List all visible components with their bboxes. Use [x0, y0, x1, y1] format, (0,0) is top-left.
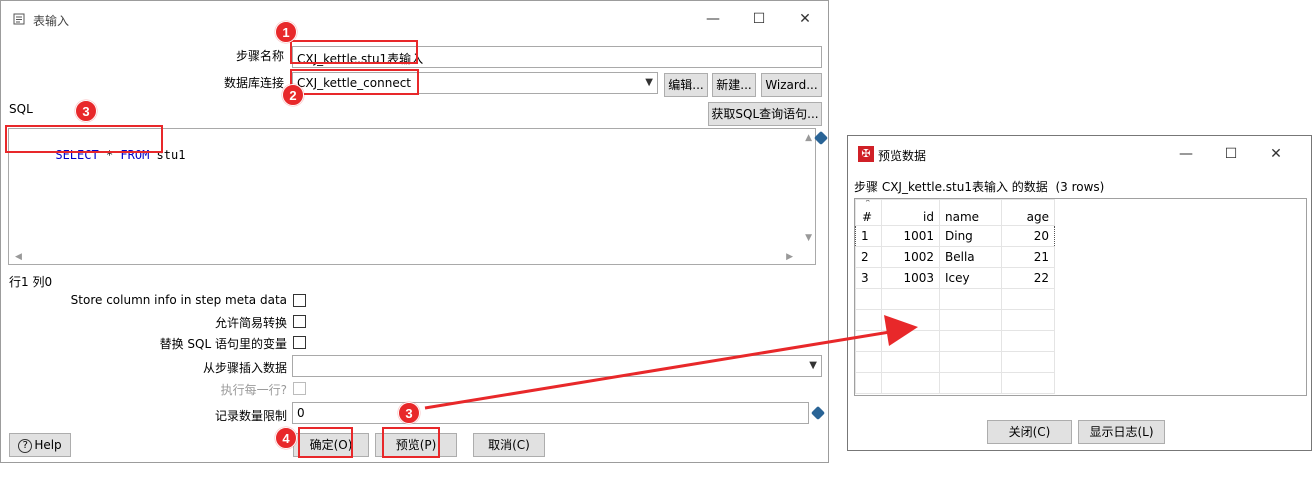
annotation-arrow [424, 315, 918, 410]
